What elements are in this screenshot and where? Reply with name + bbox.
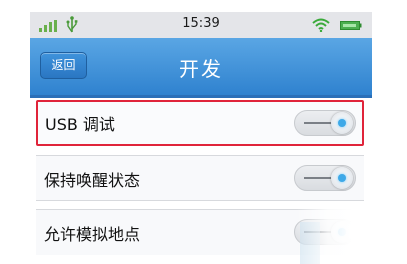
toggle-knob [331,167,353,189]
header-divider [30,95,372,98]
setting-label: USB 调试 [45,115,115,134]
status-bar: 15:39 [30,12,372,38]
toggle-on-indicator [338,119,346,127]
usb-debugging-toggle[interactable] [294,110,356,136]
setting-label: 保持唤醒状态 [44,171,141,190]
wifi-icon [312,18,330,32]
toggle-knob [331,112,353,134]
toggle-on-indicator [338,174,346,182]
edge-fade [296,206,376,264]
app-header: 返回 开发 [30,38,372,95]
setting-row-stay-awake[interactable]: 保持唤醒状态 [36,155,364,201]
page-title: 开发 [179,57,223,81]
setting-label: 允许模拟地点 [44,225,141,244]
battery-icon [340,21,362,30]
stay-awake-toggle[interactable] [294,165,356,191]
setting-row-usb-debugging[interactable]: USB 调试 [36,100,364,146]
